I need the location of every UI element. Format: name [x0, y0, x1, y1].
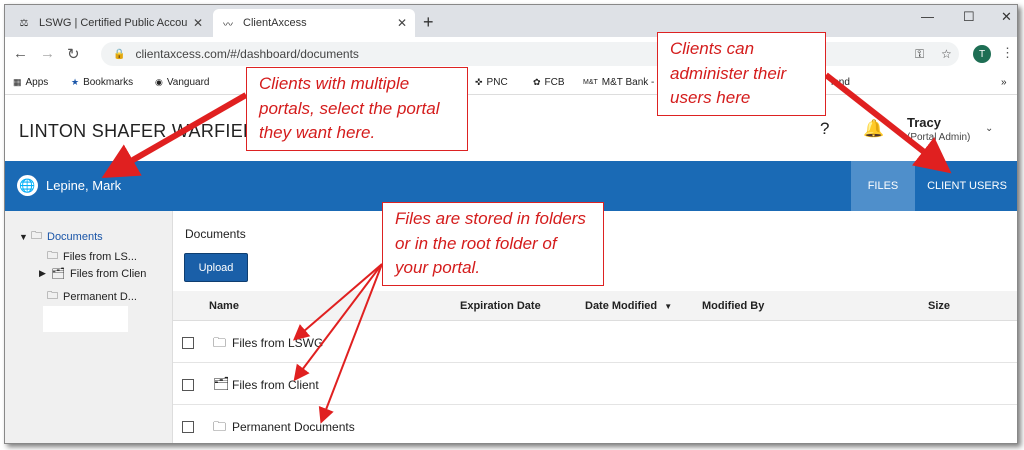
row-checkbox[interactable]: [182, 337, 194, 349]
more-bookmarks-button[interactable]: »: [1001, 77, 1007, 88]
folder-tree: ▼ 🗀 Documents 🗀 Files from LS... ▶ 🗂 Fil…: [5, 211, 173, 443]
caret-right-icon[interactable]: ▶: [39, 268, 51, 279]
globe-icon[interactable]: 🌐: [17, 175, 38, 196]
vanguard-icon: ◉: [155, 77, 163, 87]
profile-avatar[interactable]: T: [973, 45, 991, 63]
bookmark-pnc[interactable]: ✜ PNC: [475, 77, 508, 88]
tree-node-permanent-documents[interactable]: 🗀 Permanent D...: [47, 287, 137, 306]
tree-node-files-from-lswg[interactable]: 🗀 Files from LS...: [47, 247, 137, 266]
key-icon[interactable]: ⚿: [915, 47, 924, 62]
upload-button[interactable]: Upload: [184, 253, 248, 282]
brand-title: LINTON SHAFER WARFIELD: [19, 121, 267, 141]
bookmarks-bar: ▦ Apps ★ Bookmarks ◉ Vanguard ✜ PNC ✿ FC…: [5, 71, 1017, 95]
apps-grid-icon: ▦: [13, 77, 22, 87]
fcb-icon: ✿: [533, 77, 541, 87]
user-role: (Portal Admin): [907, 132, 971, 143]
tab-label: ClientAxcess: [243, 17, 307, 29]
bookmark-apps[interactable]: ▦ Apps: [13, 77, 48, 88]
bookmark-bookmarks[interactable]: ★ Bookmarks: [71, 77, 133, 88]
table-row[interactable]: 🗂 Files from Client: [173, 363, 1017, 405]
chevron-down-icon[interactable]: ⌄: [985, 123, 993, 134]
minimize-icon[interactable]: —: [921, 9, 934, 24]
help-icon[interactable]: ?: [820, 119, 829, 139]
app-header: LINTON SHAFER WARFIELD ? 🔔 Tracy (Portal…: [5, 97, 1017, 161]
lswg-favicon-icon: ⚖: [19, 17, 29, 29]
tab-strip: ⚖ LSWG | Certified Public Accounta ✕ 〰 C…: [5, 5, 1017, 37]
row-checkbox[interactable]: [182, 421, 194, 433]
sort-desc-icon: ▼: [664, 302, 673, 311]
row-checkbox[interactable]: [182, 379, 194, 391]
column-date-modified[interactable]: Date Modified ▼: [585, 300, 672, 312]
column-expiration-date[interactable]: Expiration Date: [460, 300, 541, 312]
annotation-users: Clients can administer their users here: [657, 32, 826, 116]
window-close-icon[interactable]: ✕: [1001, 9, 1012, 25]
folder-icon: 🗀: [31, 230, 42, 242]
folder-icon: 🗀: [47, 250, 58, 262]
bookmark-vanguard[interactable]: ◉ Vanguard: [155, 77, 210, 88]
close-icon[interactable]: ✕: [193, 16, 203, 30]
row-name[interactable]: Files from LSWG: [232, 336, 323, 350]
table-row[interactable]: 🗀 Files from LSWG: [173, 321, 1017, 363]
user-name[interactable]: Tracy: [907, 115, 941, 130]
bell-icon[interactable]: 🔔: [863, 119, 884, 139]
portal-selector[interactable]: Lepine, Mark: [46, 178, 121, 193]
bookmark-land[interactable]: land: [831, 77, 850, 88]
maximize-icon[interactable]: ☐: [963, 9, 975, 25]
folder-icon: 🗀: [213, 335, 227, 350]
shared-folder-icon: 🗂: [51, 268, 65, 280]
back-icon[interactable]: ←: [13, 45, 28, 62]
column-size[interactable]: Size: [928, 300, 950, 312]
address-bar-row: ← → ↻ 🔒 clientaxcess.com/#/dashboard/doc…: [5, 37, 1017, 71]
bookmark-mt-bank[interactable]: M&T M&T Bank -: [583, 77, 654, 88]
mt-bank-icon: M&T: [583, 79, 598, 86]
table-header: Name Expiration Date Date Modified ▼ Mod…: [173, 291, 1017, 321]
forward-icon[interactable]: →: [40, 45, 55, 62]
annotation-folders: Files are stored in folders or in the ro…: [382, 202, 604, 286]
folder-icon: 🗀: [47, 290, 58, 302]
url-text: clientaxcess.com/#/dashboard/documents: [135, 47, 359, 61]
shared-folder-icon: 🗂: [213, 376, 230, 391]
new-tab-button[interactable]: +: [423, 12, 434, 33]
tab-label: LSWG | Certified Public Accounta: [39, 17, 187, 29]
column-name[interactable]: Name: [209, 300, 239, 312]
pnc-icon: ✜: [475, 77, 483, 87]
row-name[interactable]: Permanent Documents: [232, 420, 355, 434]
lock-icon: 🔒: [113, 48, 126, 60]
row-name[interactable]: Files from Client: [232, 378, 319, 392]
annotation-portals: Clients with multiple portals, select th…: [246, 67, 468, 151]
tab-clientaxcess[interactable]: 〰 ClientAxcess ✕: [213, 9, 415, 37]
bookmark-fcb[interactable]: ✿ FCB: [533, 77, 565, 88]
breadcrumb[interactable]: Documents: [185, 227, 246, 241]
tree-node-documents[interactable]: ▼ 🗀 Documents: [19, 227, 103, 246]
close-icon[interactable]: ✕: [397, 16, 407, 30]
tab-files[interactable]: FILES: [851, 161, 915, 211]
menu-icon[interactable]: ⋮: [1001, 45, 1014, 61]
star-icon[interactable]: ☆: [941, 47, 952, 61]
reload-icon[interactable]: ↻: [67, 45, 80, 63]
caret-down-icon[interactable]: ▼: [19, 232, 31, 242]
clientaxcess-favicon-icon: 〰: [223, 19, 233, 31]
folder-icon: 🗀: [213, 419, 227, 434]
tree-node-files-from-client[interactable]: ▶ 🗂 Files from Clien: [39, 267, 146, 281]
sidebar-blank-panel: [43, 306, 128, 332]
tab-lswg[interactable]: ⚖ LSWG | Certified Public Accounta ✕: [9, 9, 211, 37]
column-modified-by[interactable]: Modified By: [702, 300, 764, 312]
tab-client-users[interactable]: CLIENT USERS: [915, 161, 1017, 211]
url-field[interactable]: 🔒 clientaxcess.com/#/dashboard/documents: [101, 42, 959, 66]
table-row[interactable]: 🗀 Permanent Documents: [173, 405, 1017, 443]
star-icon: ★: [71, 77, 80, 87]
